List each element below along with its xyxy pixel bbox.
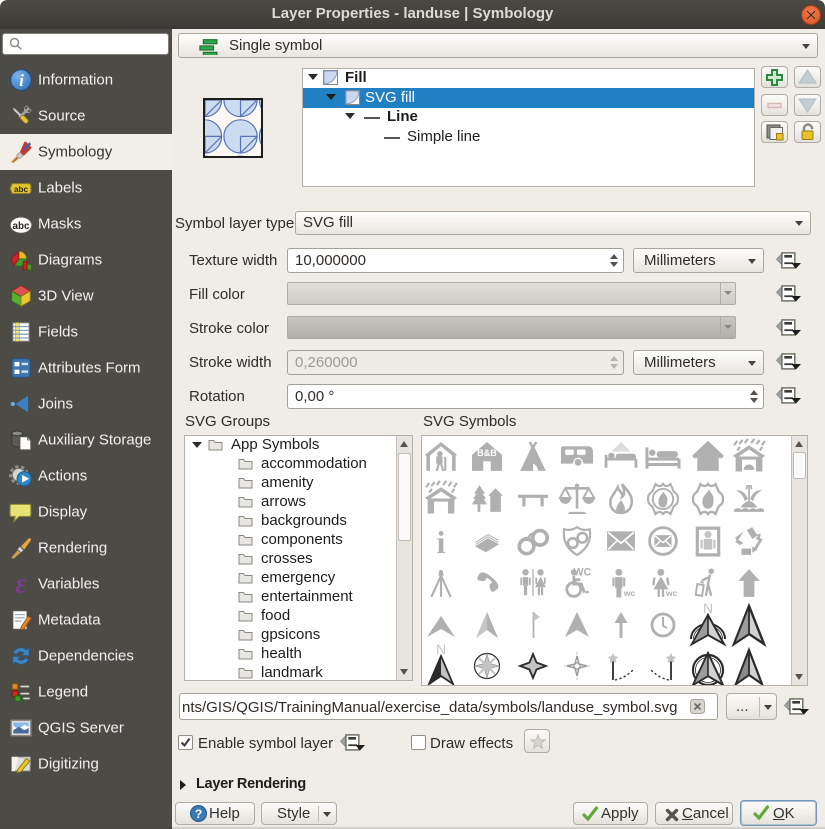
svg-text:wc: wc (623, 588, 636, 598)
svg-text:?: ? (195, 807, 202, 821)
svg-text:wc: wc (665, 588, 678, 598)
svg-text:ε: ε (15, 572, 27, 596)
svg-text:abc: abc (14, 185, 29, 194)
svg-text:abc: abc (13, 221, 30, 232)
svg-text:B&B: B&B (477, 448, 497, 458)
svg-text:i: i (19, 71, 24, 90)
svg-text:i: i (437, 524, 446, 560)
